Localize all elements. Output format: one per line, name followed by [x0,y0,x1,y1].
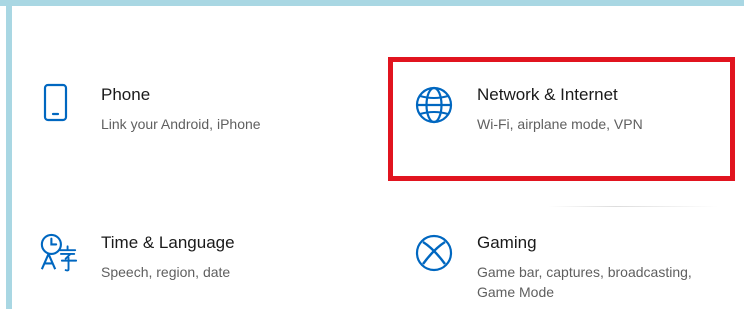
tile-title: Time & Language [101,233,235,252]
window-frame-top [0,0,744,6]
time-language-icon [39,233,79,273]
settings-tile-phone[interactable]: Phone Link your Android, iPhone [39,83,339,145]
window-frame-left [6,6,12,309]
settings-tile-time-language[interactable]: Time & Language Speech, region, date [39,233,339,293]
tile-title: Gaming [477,233,537,252]
tile-description: Link your Android, iPhone [101,116,261,132]
tile-description: Speech, region, date [101,264,231,280]
settings-tile-gaming[interactable]: Gaming Game bar, captures, broadcasting,… [415,233,715,303]
highlight-box [388,57,735,181]
tile-title: Phone [101,85,151,104]
tile-description: Game bar, captures, broadcasting, Game M… [477,264,692,300]
divider [548,206,718,207]
xbox-icon [415,233,455,273]
phone-icon [39,83,79,125]
